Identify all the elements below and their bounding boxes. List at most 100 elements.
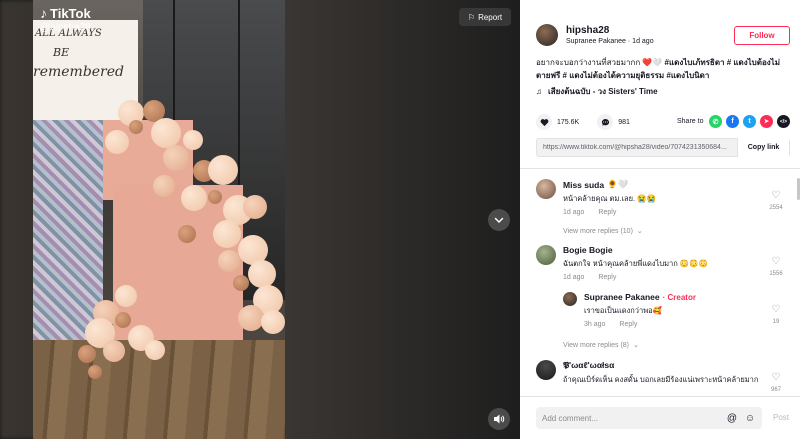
embed-icon[interactable]: </> [777, 115, 790, 128]
author-info: hipsha28 Supranee Pakanee · 1d ago [566, 25, 654, 45]
author-block[interactable]: hipsha28 Supranee Pakanee · 1d ago [536, 24, 654, 46]
follow-button[interactable]: Follow [734, 26, 790, 45]
balloon [208, 190, 222, 204]
balloon [248, 260, 276, 288]
post-button[interactable]: Post [773, 413, 789, 422]
reply-button[interactable]: Reply [619, 321, 637, 328]
twitter-icon[interactable]: t [743, 115, 756, 128]
balloon [261, 310, 285, 334]
chevron-down-icon: ⌄ [636, 228, 643, 235]
video-frame[interactable]: ALL ALWAYS BE remembered [33, 0, 285, 439]
post-time: 1d ago [632, 38, 654, 45]
comment-like[interactable]: ♡ 2554 [766, 190, 786, 212]
reply-username-text: Supranee Pakanee [584, 292, 660, 302]
balloon [153, 175, 175, 197]
comment-body: Miss suda 🌻🤍 หน้าคล้ายคุณ ตม.เลย. 😭😭 1d … [563, 179, 656, 216]
comment-text: ถ้าคุณเบิร์ดเห็น คงสดั้น บอกเลยมีร้องแน่… [563, 375, 759, 384]
comment-meta: 1d ago Reply [563, 274, 708, 281]
emoji-icon[interactable]: ☺ [744, 412, 756, 424]
comment-like[interactable]: ♡ 967 [766, 373, 786, 394]
view-more-replies-label: View more replies (10) [563, 227, 633, 235]
caption-text: อยากจะบอกว่างานที่สวยมากก ❤️🤍 [536, 58, 665, 67]
reply-like[interactable]: ♡ 19 [766, 304, 786, 326]
balloon [243, 195, 267, 219]
comment-button[interactable] [597, 114, 614, 130]
reply-like-count: 19 [772, 319, 780, 325]
engagement-stats: 175.6K 981 [536, 114, 630, 130]
speaker-icon [494, 414, 505, 424]
balloon [103, 340, 125, 362]
comment-like-count: 2554 [769, 205, 783, 211]
balloon [115, 285, 137, 307]
report-button[interactable]: ⚐ Report [459, 8, 511, 26]
comment-username-text: Miss suda [563, 179, 605, 190]
video-caption: อยากจะบอกว่างานที่สวยมากก ❤️🤍 #แดงไบเภ้ท… [536, 56, 792, 82]
tiktok-video-page: ALL ALWAYS BE remembered ♪ TikTok @hipsh… [0, 0, 800, 439]
heart-outline-icon: ♡ [771, 304, 781, 315]
next-video-button[interactable] [488, 209, 510, 231]
share-label: Share to [677, 118, 704, 125]
balloon [183, 130, 203, 150]
comment-like[interactable]: ♡ 1556 [766, 257, 786, 278]
volume-button[interactable] [488, 408, 510, 430]
balloon [145, 340, 165, 360]
music-title: เสียงต้นฉบับ - วง Sisters' Time [548, 87, 658, 96]
copy-link-button[interactable]: Copy link [737, 138, 789, 157]
video-player[interactable]: ALL ALWAYS BE remembered ♪ TikTok @hipsh… [0, 0, 520, 439]
mention-icon[interactable]: @ [726, 412, 738, 424]
comment-username[interactable]: 𝕻'ωαℓ'ωαłѕα [563, 360, 763, 371]
comment-list[interactable]: Miss suda 🌻🤍 หน้าคล้ายคุณ ตม.เลย. 😭😭 1d … [520, 169, 800, 396]
whatsapp-icon[interactable]: ✆ [709, 115, 722, 128]
comment-input[interactable]: Add comment... @ ☺ [536, 407, 762, 429]
sign-line-2: BE [53, 46, 70, 59]
send-icon[interactable]: ➤ [760, 115, 773, 128]
reply-username[interactable]: Supranee Pakanee · Creator [584, 292, 696, 302]
author-username[interactable]: hipsha28 [566, 25, 654, 36]
commenter-avatar[interactable] [536, 245, 556, 265]
comment-item: Miss suda 🌻🤍 หน้าคล้ายคุณ ตม.เลย. 😭😭 1d … [536, 179, 656, 216]
comment-body: Bogie Bogie ฉันตกใจ หน้าคุณคล้ายพี่แดงไบ… [563, 245, 708, 281]
balloon [88, 365, 102, 379]
reply-item: Supranee Pakanee · Creator เราขอเป็นแดงก… [563, 292, 696, 328]
balloon [233, 275, 249, 291]
music-note-icon: ♫ [536, 87, 542, 96]
reply-button[interactable]: Reply [598, 209, 616, 216]
balloon [163, 145, 189, 171]
comment-bubble-icon [601, 118, 609, 126]
music-link[interactable]: ♫ เสียงต้นฉบับ - วง Sisters' Time [536, 85, 658, 98]
creator-badge: · Creator [662, 292, 696, 302]
tiktok-note-icon: ♪ [40, 5, 47, 21]
comment-item: 𝕻'ωαℓ'ωαłѕα ถ้าคุณเบิร์ดเห็น คงสดั้น บอก… [536, 360, 763, 385]
balloon [105, 130, 129, 154]
view-more-replies-label: View more replies (8) [563, 341, 630, 349]
commenter-avatar[interactable] [536, 360, 556, 380]
reply-text: เราขอเป็นแดงกว่าพอ🥰 [584, 306, 663, 315]
like-button[interactable] [536, 114, 552, 130]
report-label: Report [478, 12, 503, 22]
tiktok-logo-text: TikTok [50, 5, 91, 21]
view-more-replies-button[interactable]: View more replies (10) ⌄ [563, 227, 643, 236]
balloon [78, 345, 96, 363]
flag-icon: ⚐ [467, 12, 476, 22]
balloon [238, 305, 264, 331]
commenter-avatar[interactable] [536, 179, 556, 199]
comment-username[interactable]: Miss suda 🌻🤍 [563, 179, 656, 190]
video-link-url[interactable]: https://www.tiktok.com/@hipsha28/video/7… [537, 144, 737, 151]
view-more-replies-button[interactable]: View more replies (8) ⌄ [563, 341, 639, 350]
chevron-down-icon: ⌄ [633, 342, 639, 349]
reply-button[interactable]: Reply [598, 274, 616, 281]
balloon [213, 220, 241, 248]
creator-avatar[interactable] [563, 292, 577, 306]
balloon [181, 185, 207, 211]
comment-username[interactable]: Bogie Bogie [563, 245, 708, 255]
facebook-icon[interactable]: f [726, 115, 739, 128]
heart-outline-icon: ♡ [771, 190, 781, 201]
reply-body: Supranee Pakanee · Creator เราขอเป็นแดงก… [584, 292, 696, 328]
author-subline: Supranee Pakanee · 1d ago [566, 38, 654, 45]
chevron-down-icon [494, 217, 504, 224]
comment-meta: 1d ago Reply [563, 209, 656, 216]
balloon [178, 225, 196, 243]
comment-body: 𝕻'ωαℓ'ωαłѕα ถ้าคุณเบิร์ดเห็น คงสดั้น บอก… [563, 360, 763, 385]
details-panel: hipsha28 Supranee Pakanee · 1d ago Follo… [520, 0, 800, 439]
author-avatar[interactable] [536, 24, 558, 46]
